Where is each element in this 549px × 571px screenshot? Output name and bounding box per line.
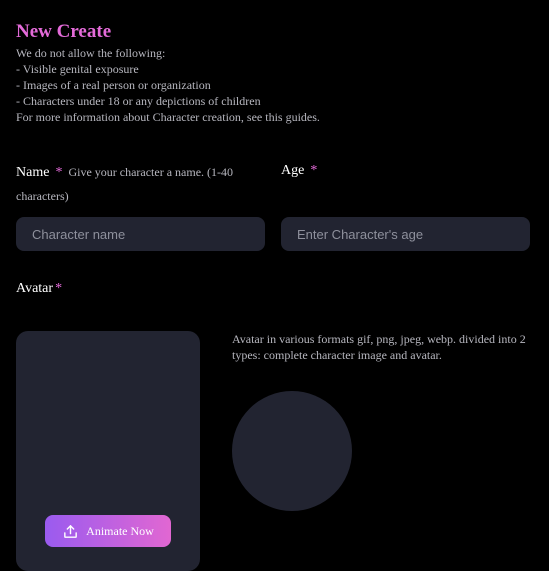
avatar-label-group: Avatar *: [16, 279, 62, 298]
name-label-group: Name * Give your character a name. (1-40 c…: [16, 160, 266, 208]
required-mark: *: [310, 163, 318, 178]
required-mark: *: [55, 165, 63, 180]
animate-now-button[interactable]: Animate Now: [45, 515, 171, 547]
avatar-description: Avatar in various formats gif, png, jpeg…: [232, 332, 526, 362]
character-name-input[interactable]: [16, 217, 265, 251]
character-age-input[interactable]: [281, 217, 530, 251]
rule-item: - Characters under 18 or any depictions …: [16, 94, 261, 108]
rule-item: - Images of a real person or organizatio…: [16, 78, 211, 92]
avatar-label: Avatar: [16, 281, 54, 296]
required-mark: *: [55, 281, 63, 296]
rules-intro: We do not allow the following:: [16, 46, 166, 60]
rule-item: - Visible genital exposure: [16, 62, 139, 76]
age-label: Age: [281, 163, 305, 178]
animate-now-label: Animate Now: [86, 523, 154, 538]
rules-guide-link[interactable]: For more information about Character cre…: [16, 109, 536, 125]
page-title: New Create: [16, 21, 112, 42]
avatar-upload-circle[interactable]: [232, 391, 352, 511]
content-rules: We do not allow the following: - Visible…: [16, 45, 536, 125]
name-label: Name: [16, 165, 50, 180]
age-label-group: Age *: [281, 160, 317, 181]
upload-icon: [64, 524, 78, 538]
